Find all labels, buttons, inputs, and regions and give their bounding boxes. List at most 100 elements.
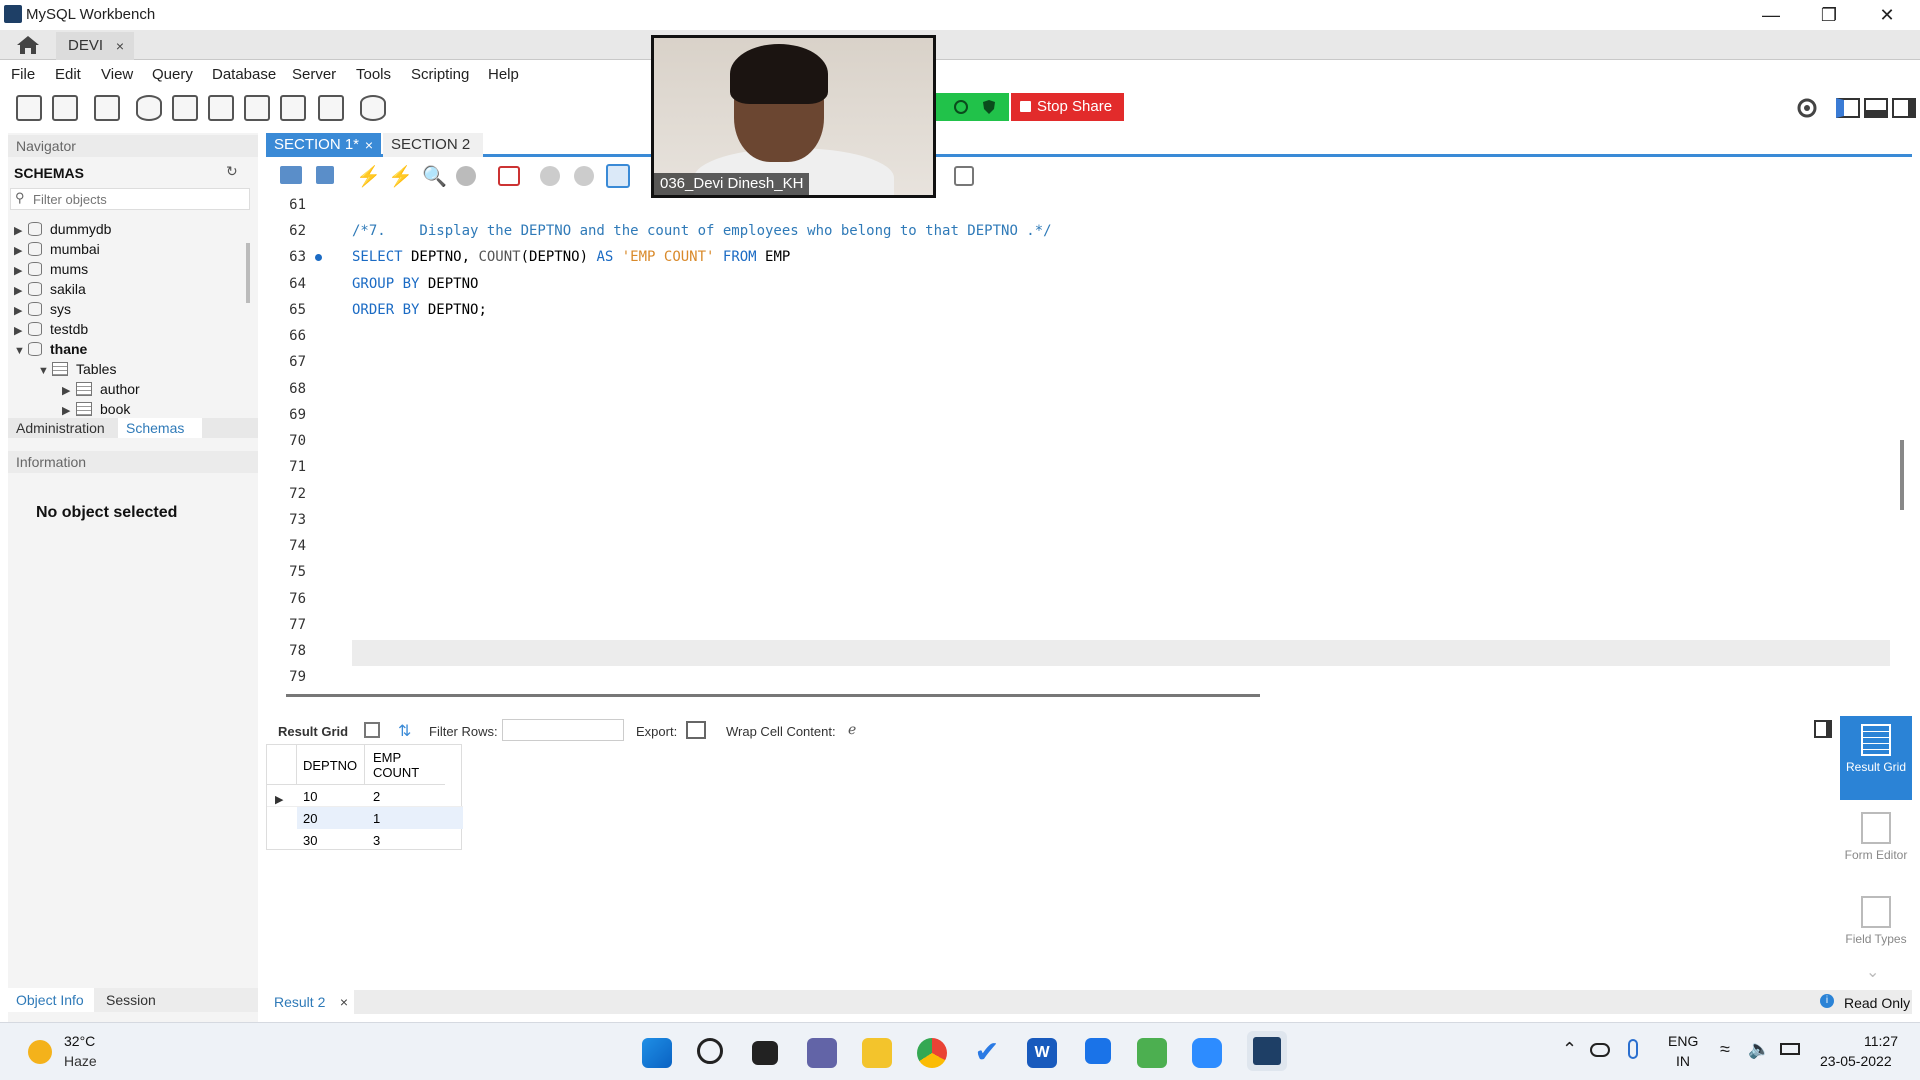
explain-icon[interactable]: 🔍 — [422, 164, 447, 189]
execute-icon[interactable]: ⚡ — [356, 164, 381, 189]
calendar-icon[interactable] — [1085, 1038, 1111, 1064]
menu-query[interactable]: Query — [152, 66, 193, 83]
schema-sys[interactable]: ▶ sys — [14, 299, 71, 319]
create-table-icon[interactable] — [172, 95, 198, 121]
table-row[interactable]: 10 2 — [267, 785, 463, 807]
image-app-icon[interactable] — [1137, 1038, 1167, 1068]
save-icon[interactable] — [316, 166, 334, 184]
wrap-cell-icon[interactable]: ℯ — [848, 721, 856, 738]
close-tab-icon[interactable]: × — [365, 133, 373, 157]
field-types-button[interactable]: Field Types — [1840, 892, 1912, 968]
close-tab-icon[interactable]: × — [340, 994, 348, 1010]
menu-tools[interactable]: Tools — [356, 66, 391, 83]
tab-session[interactable]: Session — [106, 992, 156, 1008]
language-indicator[interactable]: ENG — [1668, 1033, 1698, 1049]
reconnect-icon[interactable] — [360, 95, 386, 121]
navigator-scrollbar[interactable] — [246, 243, 250, 303]
table-row[interactable]: 20 1 — [297, 807, 463, 829]
create-function-icon[interactable] — [280, 95, 306, 121]
tab-result-2[interactable]: Result 2 × — [266, 990, 354, 1014]
toggle-output-icon[interactable] — [1864, 98, 1888, 118]
cell-emp-count[interactable]: 1 — [373, 811, 380, 826]
zoom-icon[interactable] — [1192, 1038, 1222, 1068]
task-view-icon[interactable] — [752, 1041, 778, 1065]
toggle-errors-icon[interactable] — [498, 166, 520, 186]
table-author[interactable]: ▶ author — [62, 379, 140, 399]
form-editor-button[interactable]: Form Editor — [1840, 808, 1912, 884]
cell-emp-count[interactable]: 2 — [373, 789, 380, 804]
search-table-data-icon[interactable] — [318, 95, 344, 121]
tab-object-info[interactable]: Object Info — [8, 988, 94, 1012]
clock-date[interactable]: 23-05-2022 — [1820, 1053, 1892, 1069]
schema-sakila[interactable]: ▶ sakila — [14, 279, 86, 299]
chevron-down-icon[interactable]: ⌄ — [1866, 962, 1879, 982]
home-icon[interactable] — [14, 34, 42, 56]
close-connection-tab-icon[interactable]: × — [116, 32, 124, 60]
execute-current-icon[interactable]: ⚡ — [388, 164, 413, 189]
tab-section-1[interactable]: SECTION 1* × — [266, 133, 381, 157]
chat-icon[interactable] — [807, 1038, 837, 1068]
export-icon[interactable] — [686, 721, 706, 739]
new-sql-tab-icon[interactable] — [16, 95, 42, 121]
schema-mums[interactable]: ▶ mums — [14, 259, 88, 279]
refresh-schemas-icon[interactable]: ↻ — [226, 163, 238, 180]
battery-icon[interactable] — [1780, 1043, 1800, 1055]
minimize-button[interactable]: — — [1742, 0, 1800, 30]
editor-vertical-scrollbar[interactable] — [1900, 440, 1904, 510]
cell-deptno[interactable]: 20 — [303, 811, 317, 826]
schema-testdb[interactable]: ▶ testdb — [14, 319, 88, 339]
column-header-deptno[interactable]: DEPTNO — [297, 745, 365, 785]
menu-server[interactable]: Server — [292, 66, 336, 83]
mysql-workbench-taskbar-icon[interactable] — [1247, 1031, 1287, 1071]
create-view-icon[interactable] — [208, 95, 234, 121]
chrome-icon[interactable] — [917, 1038, 947, 1068]
cell-deptno[interactable]: 30 — [303, 833, 317, 848]
inspector-icon[interactable] — [94, 95, 120, 121]
volume-icon[interactable]: 🔈 — [1748, 1039, 1770, 1060]
tab-section-2[interactable]: SECTION 2 — [383, 133, 483, 157]
column-header-emp-count[interactable]: EMP COUNT — [365, 745, 445, 785]
stop-query-icon[interactable] — [456, 166, 476, 186]
open-file-icon[interactable] — [280, 166, 302, 184]
onedrive-icon[interactable] — [1590, 1043, 1610, 1057]
editor-horizontal-scrollbar[interactable] — [286, 694, 1260, 697]
connection-tab-devi[interactable]: DEVI × — [56, 32, 134, 60]
refresh-icon[interactable]: ⇅ — [398, 721, 411, 741]
toggle-result-panel-icon[interactable] — [1814, 720, 1832, 738]
schema-mumbai[interactable]: ▶ mumbai — [14, 239, 100, 259]
tab-administration[interactable]: Administration — [16, 420, 105, 436]
tables-folder[interactable]: ▼ Tables — [38, 359, 116, 379]
word-wrap-icon[interactable] — [954, 166, 974, 186]
start-button-icon[interactable] — [642, 1038, 672, 1068]
keyboard-layout-indicator[interactable]: IN — [1676, 1053, 1690, 1069]
menu-scripting[interactable]: Scripting — [411, 66, 469, 83]
schema-dummydb[interactable]: ▶ dummydb — [14, 219, 111, 239]
toggle-sidebar-icon[interactable] — [1836, 98, 1860, 118]
rollback-icon[interactable] — [574, 166, 594, 186]
table-book[interactable]: ▶ book — [62, 399, 130, 419]
wifi-icon[interactable]: ≈ — [1720, 1039, 1730, 1060]
menu-view[interactable]: View — [101, 66, 133, 83]
menu-file[interactable]: File — [11, 66, 35, 83]
create-procedure-icon[interactable] — [244, 95, 270, 121]
filter-rows-input[interactable] — [502, 719, 624, 741]
table-row[interactable]: 30 3 — [267, 829, 463, 851]
word-icon[interactable]: W — [1027, 1038, 1057, 1068]
chevron-up-icon[interactable]: ⌃ — [1562, 1039, 1577, 1060]
restore-button[interactable]: ❐ — [1800, 0, 1858, 30]
menu-database[interactable]: Database — [212, 66, 276, 83]
tab-schemas[interactable]: Schemas — [118, 418, 202, 438]
filter-objects-input[interactable] — [31, 190, 241, 208]
schema-thane[interactable]: ▼ thane — [14, 339, 87, 359]
menu-edit[interactable]: Edit — [55, 66, 81, 83]
autocommit-icon[interactable] — [606, 164, 630, 188]
cell-deptno[interactable]: 10 — [303, 789, 317, 804]
microphone-icon[interactable] — [1628, 1039, 1638, 1059]
create-schema-icon[interactable] — [136, 95, 162, 121]
settings-gear-icon[interactable] — [1796, 97, 1818, 119]
weather-sun-icon[interactable] — [28, 1040, 52, 1064]
stop-share-button[interactable]: Stop Share — [1011, 93, 1124, 121]
commit-icon[interactable] — [540, 166, 560, 186]
menu-help[interactable]: Help — [488, 66, 519, 83]
weather-temperature[interactable]: 32°C — [64, 1033, 95, 1049]
